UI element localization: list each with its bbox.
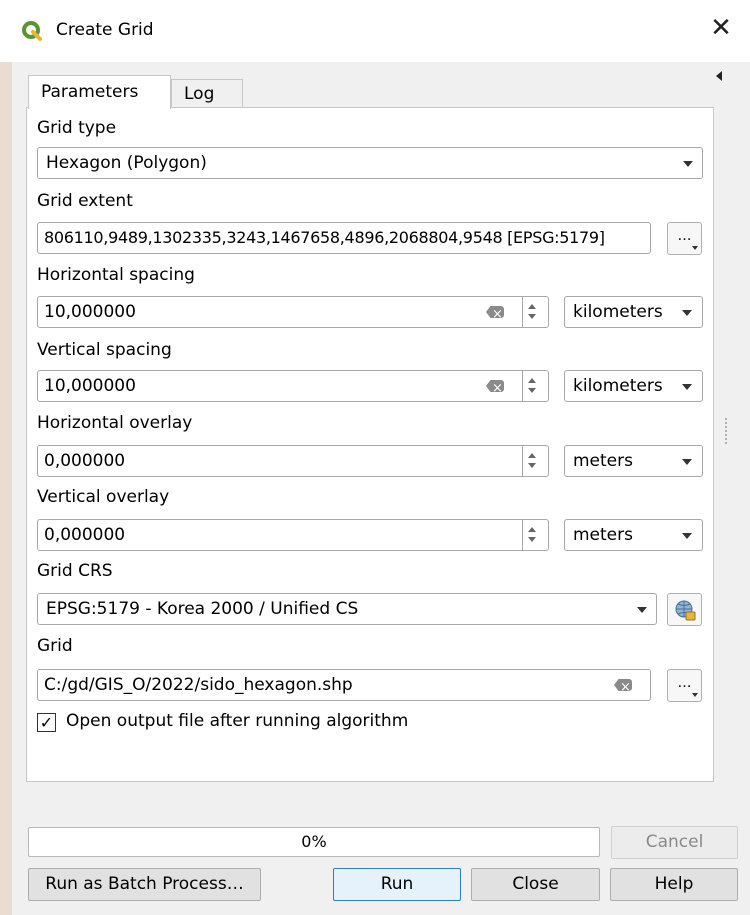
spin-icon[interactable] [522,446,542,476]
run-button[interactable]: Run [333,868,461,901]
vertical-spacing-unit-select[interactable]: kilometers [564,370,703,402]
vertical-overlay-value: 0,000000 [44,525,126,545]
horizontal-overlay-label: Horizontal overlay [37,413,193,433]
run-as-batch-button[interactable]: Run as Batch Process… [28,868,261,901]
progress-text: 0% [301,832,327,851]
grid-crs-label: Grid CRS [37,561,113,581]
vertical-overlay-unit-select[interactable]: meters [564,519,703,551]
menu-arrow-icon [692,246,698,250]
vertical-spacing-label: Vertical spacing [37,340,172,360]
grid-extent-options-button[interactable]: … [667,222,702,255]
grid-crs-value: EPSG:5179 - Korea 2000 / Unified CS [46,599,359,619]
horizontal-spacing-unit-select[interactable]: kilometers [564,296,703,328]
dropdown-arrow-icon [682,459,692,465]
horizontal-spacing-value: 10,000000 [44,302,136,322]
dropdown-arrow-icon [682,384,692,390]
grid-extent-label: Grid extent [37,191,133,211]
spin-icon[interactable] [522,371,542,401]
progress-bar: 0% [28,827,600,857]
select-crs-button[interactable] [667,593,702,626]
ellipsis-label: … [677,228,692,244]
close-button[interactable]: Close [471,868,600,901]
open-output-checkbox[interactable]: ✓ [37,713,56,732]
splitter-handle[interactable] [725,418,727,444]
qgis-logo-icon [22,21,42,41]
cancel-button[interactable]: Cancel [611,826,738,859]
horizontal-overlay-unit-select[interactable]: meters [564,445,703,477]
horizontal-spacing-unit: kilometers [573,302,663,322]
open-output-label: Open output file after running algorithm [66,711,409,731]
vertical-overlay-label: Vertical overlay [37,487,170,507]
vertical-spacing-input[interactable]: 10,000000 [37,370,549,402]
spin-icon[interactable] [522,297,542,327]
grid-type-label: Grid type [37,118,117,138]
globe-crs-icon [675,600,695,621]
horizontal-overlay-input[interactable]: 0,000000 [37,445,549,477]
tab-parameters[interactable]: Parameters [28,75,171,109]
background-window-edge [0,62,12,915]
grid-output-label: Grid [37,636,73,656]
window-title: Create Grid [56,20,154,40]
grid-extent-input[interactable]: 806110,9489,1302335,3243,1467658,4896,20… [37,222,651,254]
horizontal-overlay-value: 0,000000 [44,451,126,471]
grid-crs-select[interactable]: EPSG:5179 - Korea 2000 / Unified CS [37,593,657,625]
close-icon[interactable]: ✕ [706,14,736,44]
vertical-overlay-unit: meters [573,525,633,545]
grid-output-value: C:/gd/GIS_O/2022/sido_hexagon.shp [44,675,353,695]
collapse-arrow-icon[interactable] [716,71,722,81]
vertical-spacing-unit: kilometers [573,376,663,396]
vertical-overlay-input[interactable]: 0,000000 [37,519,549,551]
clear-icon[interactable] [486,380,504,392]
grid-output-input[interactable]: C:/gd/GIS_O/2022/sido_hexagon.shp [37,669,651,701]
dropdown-arrow-icon [682,533,692,539]
menu-arrow-icon [692,693,698,697]
spin-icon[interactable] [522,520,542,550]
horizontal-spacing-input[interactable]: 10,000000 [37,296,549,328]
tab-log[interactable]: Log [171,79,243,108]
grid-type-value: Hexagon (Polygon) [46,153,207,173]
clear-icon[interactable] [486,306,504,318]
title-bar: Create Grid ✕ [0,0,750,62]
grid-type-select[interactable]: Hexagon (Polygon) [37,147,703,179]
vertical-spacing-value: 10,000000 [44,376,136,396]
clear-icon[interactable] [614,679,632,691]
dropdown-arrow-icon [682,310,692,316]
help-button[interactable]: Help [610,868,738,901]
horizontal-overlay-unit: meters [573,451,633,471]
dropdown-arrow-icon [683,161,693,167]
ellipsis-label: … [677,675,692,691]
dropdown-arrow-icon [637,607,647,613]
grid-output-browse-button[interactable]: … [667,669,702,702]
horizontal-spacing-label: Horizontal spacing [37,265,195,285]
